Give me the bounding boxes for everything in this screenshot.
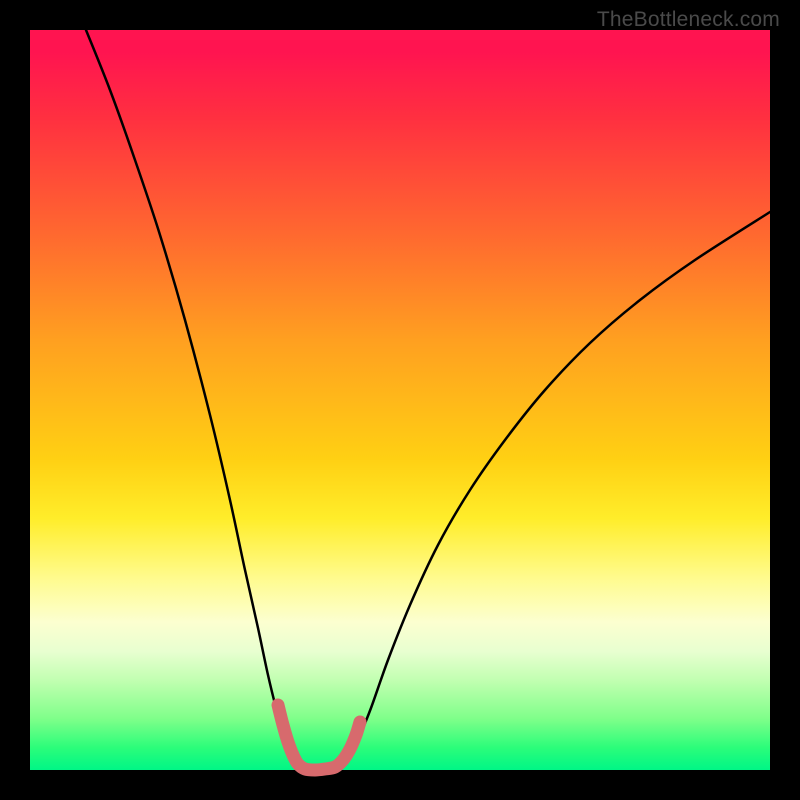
best-fit-marker (278, 705, 360, 770)
bottleneck-curve (86, 30, 770, 770)
chart-frame: TheBottleneck.com (0, 0, 800, 800)
curve-layer (0, 0, 800, 800)
